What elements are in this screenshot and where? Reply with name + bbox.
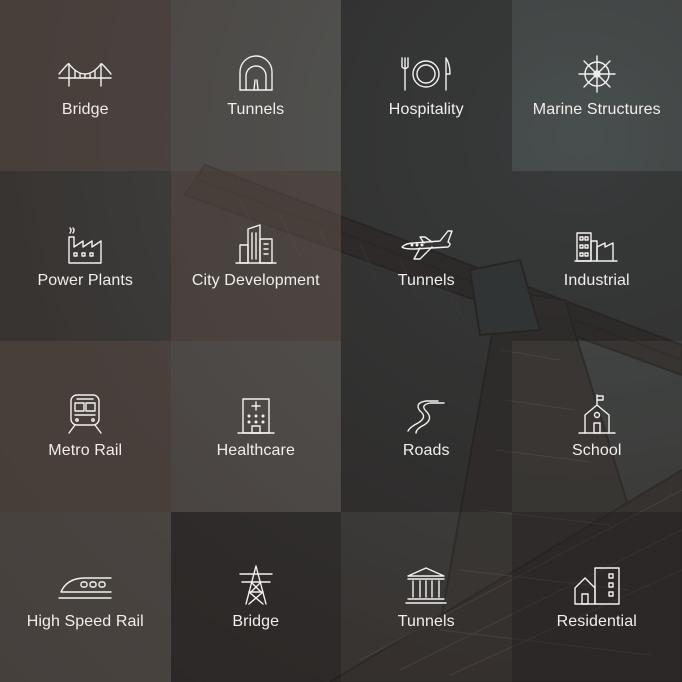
tile-label: Roads bbox=[402, 442, 450, 459]
industrial-buildings-icon bbox=[571, 225, 623, 265]
tile-label: City Development bbox=[191, 271, 320, 289]
tile-label: Marine Structures bbox=[532, 101, 661, 118]
transmission-tower-icon bbox=[230, 564, 282, 606]
tile-label: Hospitality bbox=[388, 101, 464, 118]
tile-bridge[interactable]: Bridge bbox=[0, 0, 171, 171]
tile-tunnels-heritage[interactable]: Tunnels bbox=[341, 511, 512, 682]
metro-train-icon bbox=[59, 394, 111, 435]
bridge-icon bbox=[58, 54, 112, 94]
tile-label: Industrial bbox=[563, 271, 630, 289]
tile-label: Power Plants bbox=[37, 271, 133, 289]
school-icon bbox=[571, 394, 623, 435]
winding-road-icon bbox=[400, 395, 452, 435]
plate-cutlery-icon bbox=[400, 54, 452, 94]
factory-icon bbox=[59, 225, 111, 265]
tile-tunnels[interactable]: Tunnels bbox=[170, 0, 341, 171]
sectors-panel: Bridge Tunnels Hospitality Marine Struct… bbox=[0, 0, 682, 682]
bullet-train-icon bbox=[58, 566, 112, 606]
airplane-icon bbox=[400, 225, 453, 265]
tile-label: Tunnels bbox=[227, 101, 285, 118]
tile-label: Bridge bbox=[232, 612, 280, 630]
tile-hospitality[interactable]: Hospitality bbox=[341, 0, 512, 171]
tile-label: High Speed Rail bbox=[26, 612, 144, 630]
tile-bridge-power[interactable]: Bridge bbox=[170, 511, 341, 682]
tile-marine-structures[interactable]: Marine Structures bbox=[511, 0, 682, 171]
tile-label: Metro Rail bbox=[48, 442, 123, 459]
tile-industrial[interactable]: Industrial bbox=[511, 170, 682, 341]
house-building-icon bbox=[571, 566, 623, 606]
tunnel-icon bbox=[230, 54, 282, 94]
tile-healthcare[interactable]: Healthcare bbox=[170, 341, 341, 512]
tile-residential[interactable]: Residential bbox=[511, 511, 682, 682]
tile-label: School bbox=[571, 442, 622, 459]
tile-label: Tunnels bbox=[397, 612, 455, 630]
tile-label: Residential bbox=[556, 612, 637, 630]
hospital-icon bbox=[230, 395, 282, 435]
museum-columns-icon bbox=[400, 566, 452, 606]
ship-wheel-icon bbox=[571, 54, 623, 94]
tile-school[interactable]: School bbox=[511, 341, 682, 512]
tile-high-speed-rail[interactable]: High Speed Rail bbox=[0, 511, 171, 682]
sector-grid: Bridge Tunnels Hospitality Marine Struct… bbox=[0, 0, 682, 682]
tile-roads[interactable]: Roads bbox=[341, 341, 512, 512]
tile-metro-rail[interactable]: Metro Rail bbox=[0, 341, 171, 512]
tile-tunnels-aviation[interactable]: Tunnels bbox=[341, 170, 512, 341]
tile-label: Bridge bbox=[61, 101, 109, 118]
city-buildings-icon bbox=[230, 223, 282, 265]
tile-power-plants[interactable]: Power Plants bbox=[0, 170, 171, 341]
tile-city-development[interactable]: City Development bbox=[170, 170, 341, 341]
tile-label: Healthcare bbox=[216, 442, 295, 459]
tile-label: Tunnels bbox=[397, 271, 455, 289]
